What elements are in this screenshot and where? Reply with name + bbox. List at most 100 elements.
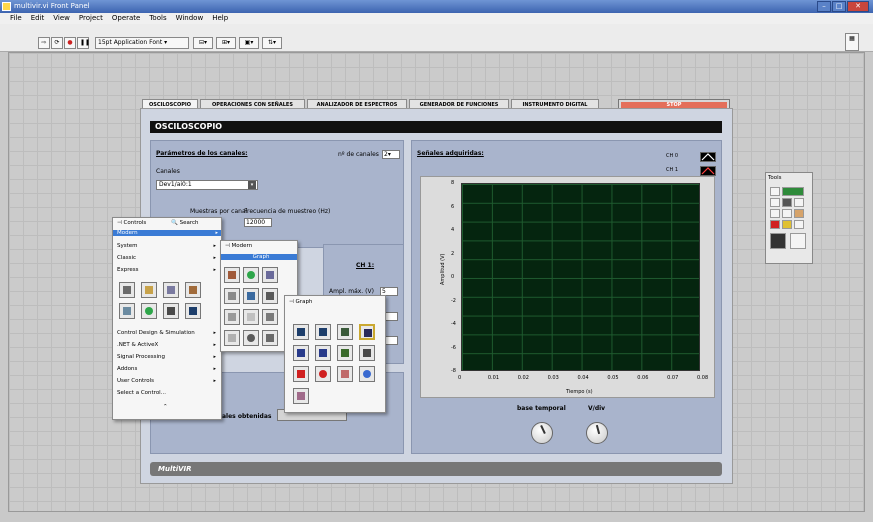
- menu-item-user-controls[interactable]: User Controls ▸: [117, 378, 219, 384]
- menu-help[interactable]: Help: [212, 13, 228, 24]
- x-tick-label: 0.04: [577, 375, 589, 381]
- palette-numeric-icon[interactable]: [119, 282, 135, 298]
- font-select[interactable]: 15pt Application Font ▾: [95, 37, 189, 49]
- waveform-graph-icon[interactable]: [315, 324, 331, 340]
- vdiv-knob[interactable]: [586, 422, 608, 444]
- menu-item-classic[interactable]: Classic ▸: [117, 255, 219, 261]
- timebase-knob[interactable]: [531, 422, 553, 444]
- probe-tool-icon[interactable]: [782, 220, 792, 229]
- abort-icon[interactable]: ●: [64, 37, 76, 49]
- modern-decorations-icon[interactable]: [224, 330, 240, 346]
- resize-objects-icon[interactable]: ▣▾: [239, 37, 259, 49]
- search-button[interactable]: 🔍 Search: [171, 220, 199, 226]
- palette-container-icon[interactable]: [163, 303, 179, 319]
- legend-ch0-swatch[interactable]: [700, 152, 716, 162]
- maximize-button[interactable]: □: [832, 1, 846, 12]
- controls-palette: ⊣ Controls 🔍 Search Modern ▸ System ▸ Clas…: [112, 217, 222, 420]
- scroll-tool-icon[interactable]: [794, 209, 804, 218]
- y-tick-label: -2: [451, 297, 456, 304]
- menu-window[interactable]: Window: [176, 13, 204, 24]
- intensity-chart-icon[interactable]: [293, 345, 309, 361]
- y-tick-label: 2: [451, 250, 455, 257]
- menu-tools[interactable]: Tools: [149, 13, 166, 24]
- mixed-signal-graph-icon[interactable]: [359, 345, 375, 361]
- brush-tool-icon[interactable]: [790, 233, 806, 249]
- modern-array-icon[interactable]: [224, 288, 240, 304]
- num-channels-input[interactable]: 2▾: [382, 150, 400, 159]
- menu-project[interactable]: Project: [79, 13, 103, 24]
- modern-table-icon[interactable]: [262, 288, 278, 304]
- auto-select-icon[interactable]: [782, 187, 804, 196]
- menu-item-graph[interactable]: Graph: [221, 254, 297, 260]
- palette-graph-icon[interactable]: [185, 303, 201, 319]
- align-objects-icon[interactable]: ⊟▾: [193, 37, 213, 49]
- breakpoint-tool-icon[interactable]: [770, 220, 780, 229]
- graph-palette-title: ⊣ Graph: [289, 299, 313, 305]
- 3d-surface-icon[interactable]: [293, 366, 309, 382]
- controls-3d-icon[interactable]: [359, 366, 375, 382]
- shortcut-menu-tool-icon[interactable]: [782, 209, 792, 218]
- minimize-button[interactable]: –: [817, 1, 831, 12]
- 3d-curve-icon[interactable]: [337, 366, 353, 382]
- operate-tool-icon[interactable]: [770, 198, 780, 207]
- menu-item-addons[interactable]: Addons ▸: [117, 366, 219, 372]
- x-tick-label: 0.06: [637, 375, 649, 381]
- x-tick-label: 0.08: [697, 375, 709, 381]
- palette-led-icon[interactable]: [141, 303, 157, 319]
- signals-button-label: ales obtenidas: [222, 413, 272, 420]
- modern-string-icon[interactable]: [262, 267, 278, 283]
- palette-boolean-icon[interactable]: [141, 282, 157, 298]
- legend-ch0: CH 0: [666, 152, 716, 162]
- palette-list-icon[interactable]: [119, 303, 135, 319]
- xy-graph-icon[interactable]: [337, 324, 353, 340]
- plot-area[interactable]: [461, 183, 700, 371]
- tools-palette: Tools: [765, 172, 813, 264]
- menu-item-dotnet[interactable]: .NET & ActiveX ▸: [117, 342, 219, 348]
- modern-refnum-icon[interactable]: [243, 330, 259, 346]
- position-tool-icon[interactable]: [782, 198, 792, 207]
- modern-container-icon[interactable]: [224, 309, 240, 325]
- menu-edit[interactable]: Edit: [31, 13, 45, 24]
- channels-input[interactable]: Dev1/ai0:1 ▾: [156, 180, 258, 190]
- palette-array-icon[interactable]: [185, 282, 201, 298]
- menu-item-express[interactable]: Express ▸: [117, 267, 219, 273]
- color-tool-icon[interactable]: [770, 233, 786, 249]
- 3d-parametric-icon[interactable]: [315, 366, 331, 382]
- menu-item-control-design[interactable]: Control Design & Simulation ▸: [117, 330, 219, 336]
- collapse-arrow-icon[interactable]: ⌃: [163, 404, 168, 410]
- modern-numeric-icon[interactable]: [224, 267, 240, 283]
- modern-boolean-icon[interactable]: [243, 267, 259, 283]
- waveform-chart-icon[interactable]: [293, 324, 309, 340]
- modern-list-icon[interactable]: [243, 288, 259, 304]
- menu-item-select-control[interactable]: Select a Control...: [117, 390, 166, 396]
- menu-item-signal-processing[interactable]: Signal Processing ▸: [117, 354, 219, 360]
- menu-item-system[interactable]: System ▸: [117, 243, 219, 249]
- menu-view[interactable]: View: [53, 13, 70, 24]
- express-xy-graph-icon[interactable]: [359, 324, 375, 340]
- distribute-objects-icon[interactable]: ⊞▾: [216, 37, 236, 49]
- font-select-label: 15pt Application Font: [98, 39, 163, 46]
- close-button[interactable]: ✕: [847, 1, 869, 12]
- wire-tool-icon[interactable]: [770, 209, 780, 218]
- menu-file[interactable]: File: [10, 13, 22, 24]
- auto-tool-icon[interactable]: [770, 187, 780, 196]
- modern-ring-icon[interactable]: [243, 309, 259, 325]
- legend-ch1-swatch[interactable]: [700, 166, 716, 176]
- palette-string-icon[interactable]: [163, 282, 179, 298]
- modern-io-icon[interactable]: [262, 330, 278, 346]
- color-copy-tool-icon[interactable]: [794, 220, 804, 229]
- picture-control-icon[interactable]: [293, 388, 309, 404]
- digital-waveform-icon[interactable]: [337, 345, 353, 361]
- freq-input[interactable]: 12000: [244, 218, 272, 227]
- text-tool-icon[interactable]: [794, 198, 804, 207]
- reorder-icon[interactable]: ⇅▾: [262, 37, 282, 49]
- menu-operate[interactable]: Operate: [112, 13, 140, 24]
- run-arrow-icon[interactable]: ⇨: [38, 37, 50, 49]
- menu-item-modern[interactable]: Modern ▸: [113, 230, 221, 236]
- y-tick-label: -8: [451, 368, 456, 374]
- intensity-graph-icon[interactable]: [315, 345, 331, 361]
- brand-bar: MultiVIR: [150, 462, 722, 476]
- run-continuously-icon[interactable]: ⟳: [51, 37, 63, 49]
- modern-path-icon[interactable]: [262, 309, 278, 325]
- pause-icon[interactable]: ❚❚: [77, 37, 90, 49]
